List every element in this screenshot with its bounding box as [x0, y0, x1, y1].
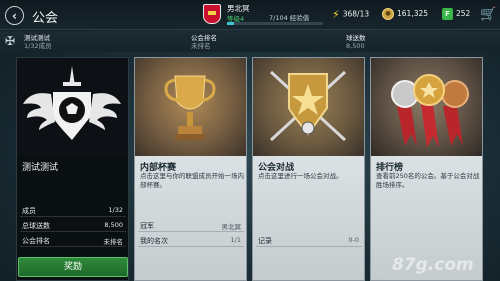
club-crest-icon — [203, 4, 221, 24]
leaderboard-card[interactable]: 排行榜 查看前250名的公会。基于公会对战胜场排序。 — [370, 57, 483, 281]
coins-value: 161,325 — [397, 9, 429, 18]
row-label: 我的名次 — [140, 237, 168, 245]
guild-members: 1/32成员 — [24, 42, 52, 50]
guild-info-bar: ✠ 测试测试 1/32成员 公会排名 未排名 球送数 8,500 — [0, 31, 500, 52]
trophy-icon — [164, 75, 216, 140]
guild-card[interactable]: 测试测试 成员 1/32 总球送数 8,500 公会排名 未排名 — [16, 57, 129, 281]
medals-icon — [391, 74, 469, 148]
guild-rank-label: 公会排名 — [191, 34, 217, 42]
profile-panel[interactable]: 男北冥 等级4 7/104 经验值 — [203, 3, 327, 27]
row-label: 记录 — [258, 237, 272, 245]
guild-goals-value: 8,500 — [346, 42, 365, 50]
xp-bar-fill — [227, 22, 234, 25]
internal-cup-card[interactable]: 内部杯赛 点击这里与你的联盟成员开始一场内部杯赛。 冠军 男北冥 我的名次 1/… — [134, 57, 247, 281]
points-value: 252 — [456, 9, 471, 18]
guild-emblem-icon: ✠ — [5, 34, 16, 48]
guild-goals-info: 球送数 8,500 — [346, 34, 366, 50]
points-icon: F — [442, 8, 453, 20]
guild-row-rank: 公会排名 未排名 — [20, 234, 126, 247]
energy-stat[interactable]: ⚡ 368/13 — [332, 8, 369, 21]
guild-rank-info: 公会排名 未排名 — [191, 34, 217, 50]
leaderboard-art — [371, 58, 482, 156]
battle-row-record: 记录 0-0 — [256, 234, 362, 247]
row-value: 1/32 — [108, 206, 123, 214]
guild-summary: 测试测试 1/32成员 — [24, 34, 52, 50]
energy-value: 368/13 — [342, 9, 370, 19]
row-value: 1/1 — [230, 236, 241, 244]
guild-row-goals: 总球送数 8,500 — [20, 219, 126, 232]
guild-name: 测试测试 — [24, 34, 50, 42]
row-value: 0-0 — [348, 236, 359, 244]
back-button[interactable]: ‹ — [5, 6, 24, 25]
guild-crest-art — [17, 58, 128, 156]
battle-art — [253, 58, 364, 156]
page-title: 公会 — [32, 11, 59, 26]
row-value: 8,500 — [104, 221, 123, 229]
chevron-left-icon: ‹ — [12, 8, 17, 23]
cup-card-desc: 点击这里与你的联盟成员开始一场内部杯赛。 — [140, 172, 244, 189]
cup-row-champion: 冠军 男北冥 — [138, 219, 244, 232]
leaderboard-card-desc: 查看前250名的公会。基于公会对战胜场排序。 — [376, 172, 480, 189]
coins-stat[interactable]: ● 161,325 — [382, 8, 428, 20]
guild-battle-card[interactable]: 公会对战 点击这里进行一场公会对战。 记录 0-0 — [252, 57, 365, 281]
battle-card-desc: 点击这里进行一场公会对战。 — [258, 172, 343, 180]
guild-rank-value: 未排名 — [191, 42, 211, 50]
guild-card-title: 测试测试 — [22, 163, 59, 173]
cup-art — [135, 58, 246, 156]
battle-card-body: 公会对战 点击这里进行一场公会对战。 记录 0-0 — [253, 156, 364, 280]
cup-row-my-rank: 我的名次 1/1 — [138, 234, 244, 247]
row-label: 冠军 — [140, 222, 154, 230]
guild-goals-label: 球送数 — [346, 34, 366, 42]
guild-row-members: 成员 1/32 — [20, 204, 126, 217]
row-value: 男北冥 — [221, 223, 242, 231]
cup-card-body: 内部杯赛 点击这里与你的联盟成员开始一场内部杯赛。 冠军 男北冥 我的名次 1/… — [135, 156, 246, 280]
lightning-icon: ⚡ — [332, 8, 340, 21]
shield-swords-icon — [269, 70, 347, 142]
top-bar: ‹ 公会 男北冥 等级4 7/104 经验值 ⚡ 368/13 ● 161,325 … — [0, 0, 500, 30]
xp-bar — [227, 22, 323, 25]
points-stat[interactable]: F 252 — [442, 8, 470, 20]
watermark: 87g.com — [392, 255, 474, 275]
row-value: 未排名 — [103, 238, 124, 246]
row-label: 公会排名 — [22, 237, 50, 245]
shopping-cart-icon[interactable]: 🛒 — [480, 7, 496, 22]
winged-ball-crest-icon — [23, 66, 121, 140]
coin-icon: ● — [382, 8, 394, 20]
row-label: 总球送数 — [22, 222, 50, 230]
xp-text: 7/104 经验值 — [269, 14, 310, 22]
row-label: 成员 — [22, 207, 36, 215]
reward-button[interactable]: 奖励 — [18, 257, 128, 277]
